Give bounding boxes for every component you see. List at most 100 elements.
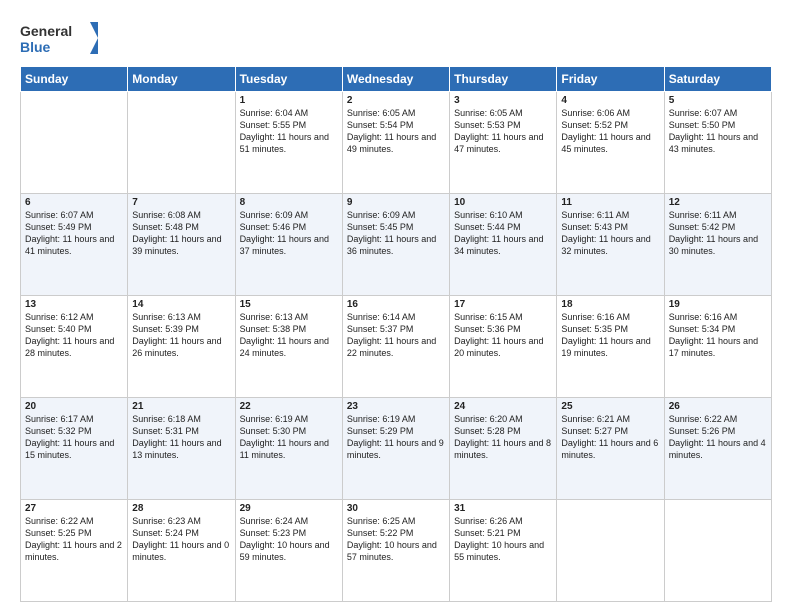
calendar-cell: 1Sunrise: 6:04 AMSunset: 5:55 PMDaylight…	[235, 92, 342, 194]
calendar-cell: 4Sunrise: 6:06 AMSunset: 5:52 PMDaylight…	[557, 92, 664, 194]
weekday-header-sunday: Sunday	[21, 67, 128, 92]
cell-day-number: 16	[347, 299, 445, 310]
svg-text:General: General	[20, 23, 72, 39]
calendar-cell: 16Sunrise: 6:14 AMSunset: 5:37 PMDayligh…	[342, 296, 449, 398]
calendar-cell: 20Sunrise: 6:17 AMSunset: 5:32 PMDayligh…	[21, 398, 128, 500]
calendar-cell: 26Sunrise: 6:22 AMSunset: 5:26 PMDayligh…	[664, 398, 771, 500]
calendar-cell: 27Sunrise: 6:22 AMSunset: 5:25 PMDayligh…	[21, 500, 128, 602]
weekday-header-wednesday: Wednesday	[342, 67, 449, 92]
cell-info: Sunrise: 6:23 AMSunset: 5:24 PMDaylight:…	[132, 515, 230, 564]
page: General Blue SundayMondayTuesdayWednesda…	[0, 0, 792, 612]
calendar-cell	[664, 500, 771, 602]
weekday-header-monday: Monday	[128, 67, 235, 92]
cell-info: Sunrise: 6:15 AMSunset: 5:36 PMDaylight:…	[454, 311, 552, 360]
calendar-week-3: 13Sunrise: 6:12 AMSunset: 5:40 PMDayligh…	[21, 296, 772, 398]
weekday-header-saturday: Saturday	[664, 67, 771, 92]
cell-info: Sunrise: 6:13 AMSunset: 5:38 PMDaylight:…	[240, 311, 338, 360]
calendar-cell: 2Sunrise: 6:05 AMSunset: 5:54 PMDaylight…	[342, 92, 449, 194]
cell-info: Sunrise: 6:24 AMSunset: 5:23 PMDaylight:…	[240, 515, 338, 564]
calendar-cell: 6Sunrise: 6:07 AMSunset: 5:49 PMDaylight…	[21, 194, 128, 296]
calendar-cell: 8Sunrise: 6:09 AMSunset: 5:46 PMDaylight…	[235, 194, 342, 296]
cell-info: Sunrise: 6:11 AMSunset: 5:43 PMDaylight:…	[561, 209, 659, 258]
cell-info: Sunrise: 6:05 AMSunset: 5:53 PMDaylight:…	[454, 107, 552, 156]
cell-day-number: 18	[561, 299, 659, 310]
calendar-week-4: 20Sunrise: 6:17 AMSunset: 5:32 PMDayligh…	[21, 398, 772, 500]
cell-day-number: 4	[561, 95, 659, 106]
cell-day-number: 28	[132, 503, 230, 514]
cell-info: Sunrise: 6:20 AMSunset: 5:28 PMDaylight:…	[454, 413, 552, 462]
calendar-cell: 10Sunrise: 6:10 AMSunset: 5:44 PMDayligh…	[450, 194, 557, 296]
calendar-cell: 7Sunrise: 6:08 AMSunset: 5:48 PMDaylight…	[128, 194, 235, 296]
calendar-cell: 18Sunrise: 6:16 AMSunset: 5:35 PMDayligh…	[557, 296, 664, 398]
cell-info: Sunrise: 6:07 AMSunset: 5:50 PMDaylight:…	[669, 107, 767, 156]
calendar-cell: 5Sunrise: 6:07 AMSunset: 5:50 PMDaylight…	[664, 92, 771, 194]
cell-day-number: 6	[25, 197, 123, 208]
calendar-cell: 12Sunrise: 6:11 AMSunset: 5:42 PMDayligh…	[664, 194, 771, 296]
cell-info: Sunrise: 6:22 AMSunset: 5:26 PMDaylight:…	[669, 413, 767, 462]
cell-info: Sunrise: 6:14 AMSunset: 5:37 PMDaylight:…	[347, 311, 445, 360]
cell-info: Sunrise: 6:09 AMSunset: 5:46 PMDaylight:…	[240, 209, 338, 258]
cell-day-number: 22	[240, 401, 338, 412]
svg-text:Blue: Blue	[20, 39, 51, 55]
cell-day-number: 17	[454, 299, 552, 310]
cell-day-number: 25	[561, 401, 659, 412]
header: General Blue	[20, 18, 772, 58]
cell-info: Sunrise: 6:25 AMSunset: 5:22 PMDaylight:…	[347, 515, 445, 564]
cell-info: Sunrise: 6:07 AMSunset: 5:49 PMDaylight:…	[25, 209, 123, 258]
cell-info: Sunrise: 6:12 AMSunset: 5:40 PMDaylight:…	[25, 311, 123, 360]
weekday-header-tuesday: Tuesday	[235, 67, 342, 92]
calendar-cell: 11Sunrise: 6:11 AMSunset: 5:43 PMDayligh…	[557, 194, 664, 296]
weekday-header-row: SundayMondayTuesdayWednesdayThursdayFrid…	[21, 67, 772, 92]
cell-info: Sunrise: 6:22 AMSunset: 5:25 PMDaylight:…	[25, 515, 123, 564]
calendar-cell: 19Sunrise: 6:16 AMSunset: 5:34 PMDayligh…	[664, 296, 771, 398]
cell-day-number: 2	[347, 95, 445, 106]
cell-info: Sunrise: 6:05 AMSunset: 5:54 PMDaylight:…	[347, 107, 445, 156]
cell-info: Sunrise: 6:26 AMSunset: 5:21 PMDaylight:…	[454, 515, 552, 564]
cell-day-number: 5	[669, 95, 767, 106]
calendar-cell: 28Sunrise: 6:23 AMSunset: 5:24 PMDayligh…	[128, 500, 235, 602]
cell-info: Sunrise: 6:11 AMSunset: 5:42 PMDaylight:…	[669, 209, 767, 258]
calendar-cell	[128, 92, 235, 194]
calendar-cell: 23Sunrise: 6:19 AMSunset: 5:29 PMDayligh…	[342, 398, 449, 500]
calendar-cell: 30Sunrise: 6:25 AMSunset: 5:22 PMDayligh…	[342, 500, 449, 602]
cell-day-number: 23	[347, 401, 445, 412]
cell-info: Sunrise: 6:06 AMSunset: 5:52 PMDaylight:…	[561, 107, 659, 156]
cell-info: Sunrise: 6:18 AMSunset: 5:31 PMDaylight:…	[132, 413, 230, 462]
logo: General Blue	[20, 18, 100, 58]
calendar-cell: 9Sunrise: 6:09 AMSunset: 5:45 PMDaylight…	[342, 194, 449, 296]
cell-day-number: 9	[347, 197, 445, 208]
weekday-header-thursday: Thursday	[450, 67, 557, 92]
cell-day-number: 12	[669, 197, 767, 208]
calendar-table: SundayMondayTuesdayWednesdayThursdayFrid…	[20, 66, 772, 602]
cell-day-number: 26	[669, 401, 767, 412]
cell-day-number: 3	[454, 95, 552, 106]
cell-info: Sunrise: 6:19 AMSunset: 5:30 PMDaylight:…	[240, 413, 338, 462]
cell-day-number: 15	[240, 299, 338, 310]
cell-info: Sunrise: 6:10 AMSunset: 5:44 PMDaylight:…	[454, 209, 552, 258]
cell-info: Sunrise: 6:13 AMSunset: 5:39 PMDaylight:…	[132, 311, 230, 360]
cell-day-number: 14	[132, 299, 230, 310]
calendar-week-5: 27Sunrise: 6:22 AMSunset: 5:25 PMDayligh…	[21, 500, 772, 602]
calendar-cell: 29Sunrise: 6:24 AMSunset: 5:23 PMDayligh…	[235, 500, 342, 602]
cell-info: Sunrise: 6:16 AMSunset: 5:34 PMDaylight:…	[669, 311, 767, 360]
cell-day-number: 29	[240, 503, 338, 514]
cell-day-number: 30	[347, 503, 445, 514]
calendar-cell: 13Sunrise: 6:12 AMSunset: 5:40 PMDayligh…	[21, 296, 128, 398]
cell-day-number: 8	[240, 197, 338, 208]
cell-info: Sunrise: 6:16 AMSunset: 5:35 PMDaylight:…	[561, 311, 659, 360]
cell-day-number: 27	[25, 503, 123, 514]
cell-day-number: 21	[132, 401, 230, 412]
cell-day-number: 20	[25, 401, 123, 412]
cell-info: Sunrise: 6:09 AMSunset: 5:45 PMDaylight:…	[347, 209, 445, 258]
calendar-cell: 14Sunrise: 6:13 AMSunset: 5:39 PMDayligh…	[128, 296, 235, 398]
calendar-week-1: 1Sunrise: 6:04 AMSunset: 5:55 PMDaylight…	[21, 92, 772, 194]
cell-day-number: 19	[669, 299, 767, 310]
cell-info: Sunrise: 6:08 AMSunset: 5:48 PMDaylight:…	[132, 209, 230, 258]
weekday-header-friday: Friday	[557, 67, 664, 92]
calendar-cell: 15Sunrise: 6:13 AMSunset: 5:38 PMDayligh…	[235, 296, 342, 398]
cell-day-number: 24	[454, 401, 552, 412]
cell-day-number: 13	[25, 299, 123, 310]
logo-icon: General Blue	[20, 18, 100, 58]
cell-info: Sunrise: 6:04 AMSunset: 5:55 PMDaylight:…	[240, 107, 338, 156]
cell-day-number: 11	[561, 197, 659, 208]
